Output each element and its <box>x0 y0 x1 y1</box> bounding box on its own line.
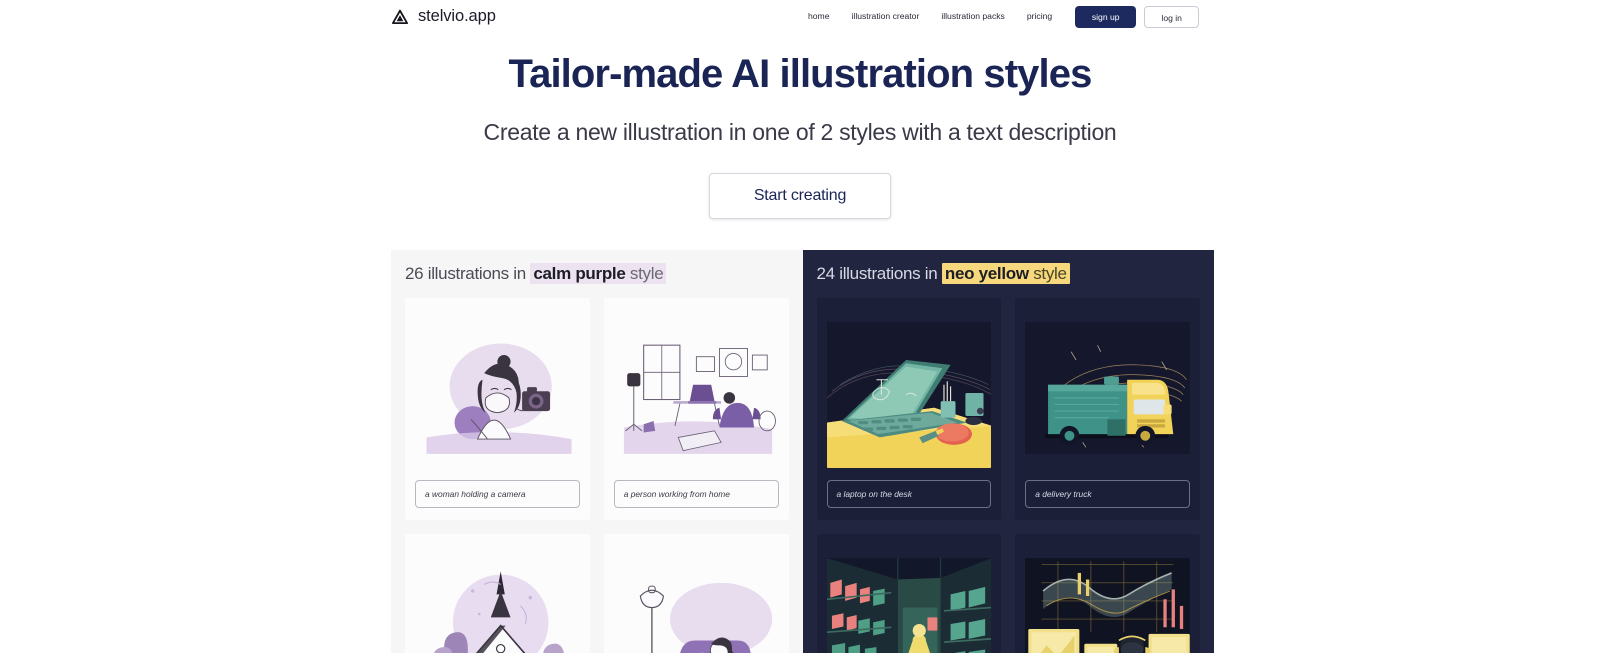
panel-neo-yellow: 24 illustrations in neo yellow style a l… <box>802 250 1215 653</box>
delivery-truck-artwork <box>1025 322 1190 454</box>
nav-link-pricing[interactable]: pricing <box>1016 4 1063 29</box>
church-artwork <box>415 558 580 653</box>
panel-count-neo-yellow: 24 illustrations in <box>816 264 938 283</box>
page-title: Tailor-made AI illustration styles <box>508 52 1093 96</box>
nav-links-group: home illustration creator illustration p… <box>797 4 1200 29</box>
illustration-thumbnail-delivery-truck[interactable] <box>1025 308 1190 468</box>
illustration-thumbnail-laptop-desk[interactable] <box>826 308 992 468</box>
panel-style-name-calm-purple: calm purple <box>533 264 626 283</box>
panel-style-suffix-neo-yellow: style <box>1033 264 1067 283</box>
panel-style-name-neo-yellow: neo yellow <box>944 264 1029 283</box>
panel-style-highlight-neo-yellow: neo yellow style <box>941 263 1070 284</box>
illustration-card[interactable] <box>405 534 590 653</box>
illustration-caption-input[interactable]: a laptop on the desk <box>826 480 992 508</box>
illustration-thumbnail-home-office[interactable] <box>613 308 779 468</box>
illustration-grid-neo-yellow: a laptop on the desk a delivery truck <box>803 284 1215 653</box>
log-in-button[interactable]: log in <box>1144 5 1200 28</box>
illustration-caption-input[interactable]: a woman holding a camera <box>415 480 580 508</box>
panel-style-highlight-calm-purple: calm purple style <box>530 263 667 284</box>
nav-link-home[interactable]: home <box>797 4 841 29</box>
hero-section: Tailor-made AI illustration styles Creat… <box>0 33 1600 219</box>
triangle-mountain-icon <box>391 9 409 24</box>
illustration-thumbnail-woman-camera[interactable] <box>415 308 580 468</box>
nav-link-illustration-creator[interactable]: illustration creator <box>841 4 931 29</box>
illustration-card[interactable] <box>816 534 1002 653</box>
illustration-card[interactable]: a person working from home <box>603 298 789 520</box>
brand-logo-link[interactable]: stelvio.app <box>391 7 496 26</box>
illustration-thumbnail-trading-monitors[interactable] <box>1025 544 1190 653</box>
hero-subtitle: Create a new illustration in one of 2 st… <box>483 119 1117 145</box>
panel-title-neo-yellow: 24 illustrations in neo yellow style <box>803 250 1215 284</box>
woman-sofa-lamp-artwork <box>613 558 779 653</box>
home-office-artwork <box>613 322 779 454</box>
illustration-caption-input[interactable]: a person working from home <box>613 480 779 508</box>
warehouse-aisle-artwork <box>826 558 992 653</box>
start-creating-button[interactable]: Start creating <box>709 173 891 219</box>
illustration-thumbnail-church[interactable] <box>415 544 580 653</box>
top-navbar: stelvio.app home illustration creator il… <box>0 0 1600 33</box>
woman-camera-artwork <box>415 322 580 454</box>
illustration-card[interactable]: a woman holding a camera <box>405 298 590 520</box>
illustration-grid-calm-purple: a woman holding a camera a person workin… <box>391 284 803 653</box>
brand-name: stelvio.app <box>418 7 496 25</box>
panel-style-suffix-calm-purple: style <box>629 264 664 283</box>
illustration-caption-input[interactable]: a delivery truck <box>1025 480 1190 508</box>
cta-container: Start creating <box>0 173 1600 219</box>
panel-title-calm-purple: 26 illustrations in calm purple style <box>391 250 803 284</box>
trading-monitors-artwork <box>1025 558 1190 653</box>
sign-up-button[interactable]: sign up <box>1075 5 1137 28</box>
illustration-card[interactable] <box>1015 534 1200 653</box>
illustration-card[interactable]: a delivery truck <box>1015 298 1200 520</box>
illustration-thumbnail-warehouse-aisle[interactable] <box>826 544 992 653</box>
nav-link-illustration-packs[interactable]: illustration packs <box>930 4 1016 29</box>
illustration-card[interactable]: a laptop on the desk <box>816 298 1002 520</box>
illustration-thumbnail-woman-sofa-lamp[interactable] <box>613 544 779 653</box>
laptop-desk-artwork <box>826 322 992 468</box>
illustration-card[interactable] <box>603 534 789 653</box>
panel-calm-purple: 26 illustrations in calm purple style a … <box>391 250 803 653</box>
panel-count-calm-purple: 26 illustrations in <box>405 264 526 283</box>
style-panels: 26 illustrations in calm purple style a … <box>391 250 1214 653</box>
